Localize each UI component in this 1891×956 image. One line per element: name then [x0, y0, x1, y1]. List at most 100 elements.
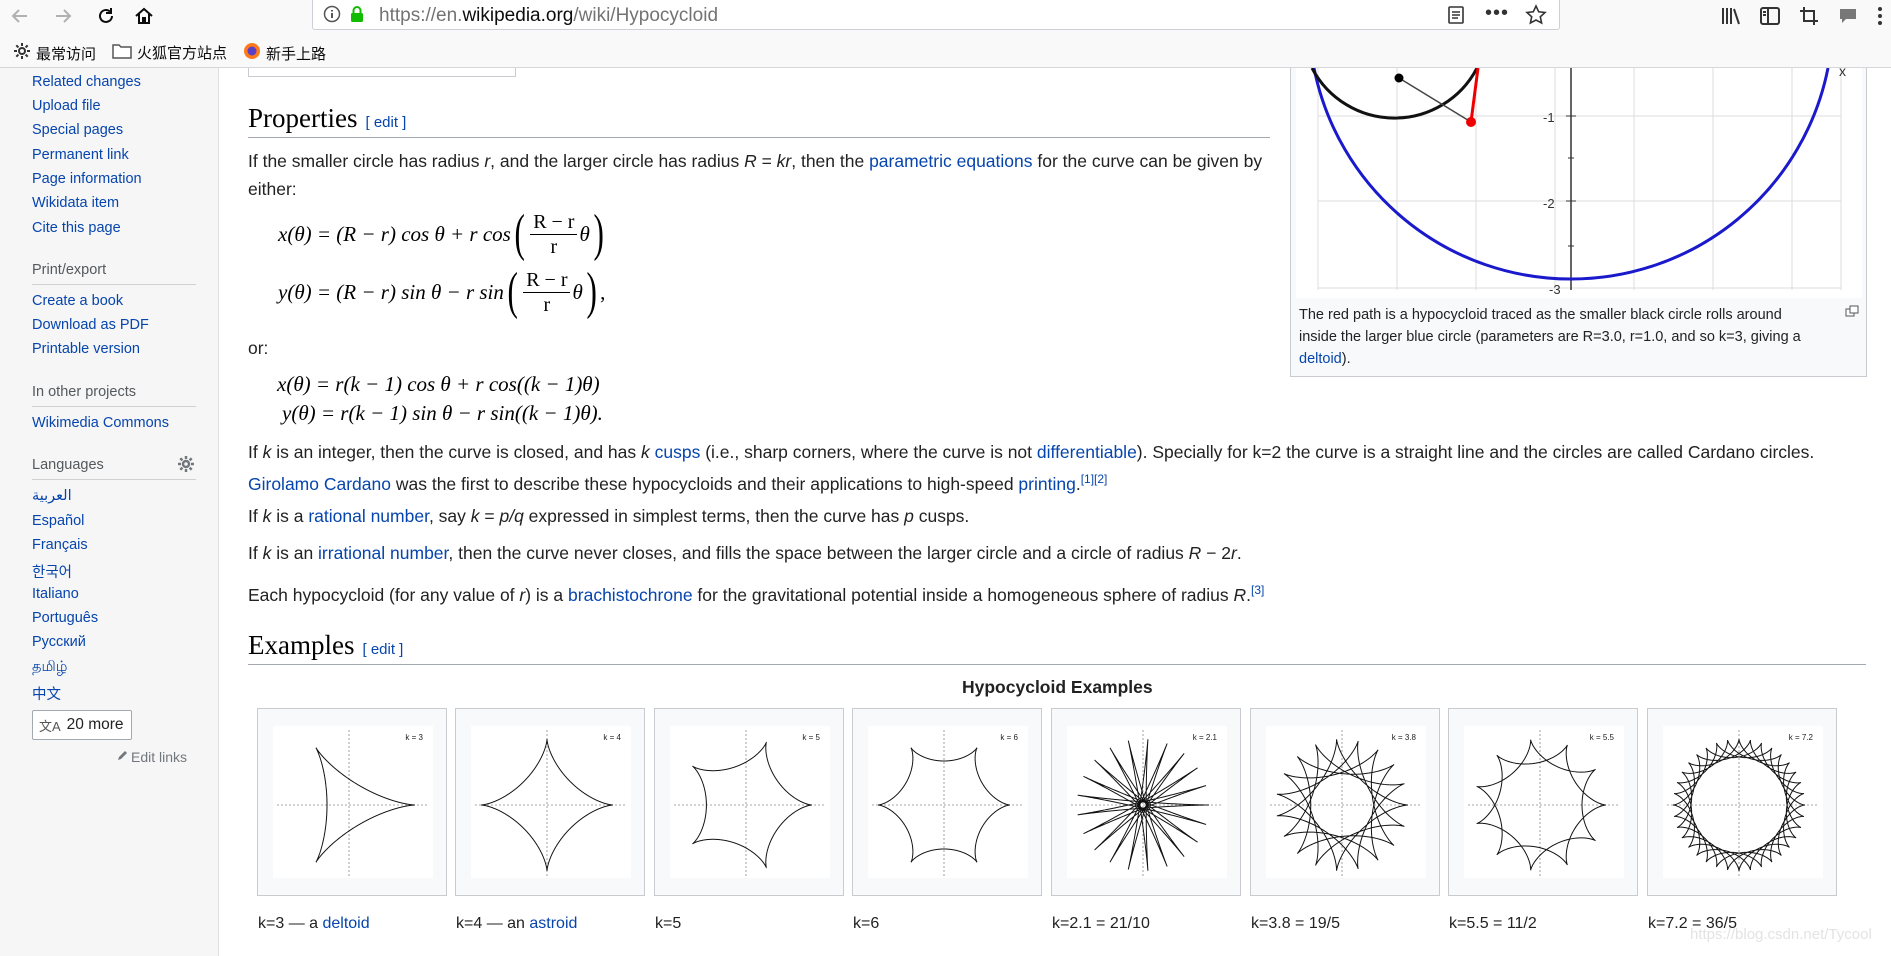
bookmark-firefox-site[interactable]: 火狐官方站点	[112, 42, 227, 63]
k-value-label: k = 5	[802, 733, 820, 742]
forward-icon[interactable]	[49, 2, 77, 30]
example-caption-link[interactable]: astroid	[529, 915, 577, 932]
edit-section-link[interactable]: [ edit ]	[365, 114, 406, 131]
page-actions-icon[interactable]: •••	[1485, 2, 1509, 25]
example-plot: k = 3	[273, 726, 433, 878]
bookmark-star-icon[interactable]	[1525, 4, 1547, 31]
y-tick-minus-3: -3	[1549, 282, 1561, 297]
example-caption-text: k=2.1 = 21/10	[1052, 915, 1150, 932]
y-tick-minus-2: -2	[1543, 196, 1555, 211]
hypocycloid-animation-frame[interactable]: -1 -2 -3 x	[1296, 68, 1862, 298]
menu-icon[interactable]	[1872, 2, 1888, 30]
sidebar-link-download-pdf[interactable]: Download as PDF	[32, 317, 149, 333]
link-girolamo-cardano[interactable]: Girolamo Cardano	[248, 474, 391, 494]
divider	[32, 284, 196, 285]
language-link-russian[interactable]: Русский	[32, 634, 86, 650]
example-image-k[interactable]: k = 3.8	[1250, 708, 1440, 896]
bookmark-getting-started[interactable]: 新手上路	[243, 42, 326, 64]
example-caption: k=5.5 = 11/2	[1449, 915, 1537, 933]
sidebar-link-printable-version[interactable]: Printable version	[32, 341, 140, 357]
previous-box-edge	[248, 68, 516, 77]
sidebar-link-upload-file[interactable]: Upload file	[32, 98, 101, 114]
sidebar-link-page-information[interactable]: Page information	[32, 171, 142, 187]
hypocycloid-plot: k = 4	[475, 730, 627, 876]
caption-link-deltoid[interactable]: deltoid	[1299, 351, 1342, 367]
home-icon[interactable]	[130, 2, 158, 30]
example-image-k[interactable]: k = 3	[257, 708, 447, 896]
screenshot-icon[interactable]	[1795, 2, 1823, 30]
divider	[32, 479, 196, 480]
library-icon[interactable]	[1717, 2, 1745, 30]
language-link-spanish[interactable]: Español	[32, 513, 84, 529]
intro-paragraph: If the smaller circle has radius r, and …	[248, 151, 1263, 171]
bookmarks-bar: 最常访问 火狐官方站点 新手上路	[0, 34, 1891, 68]
language-settings-gear-icon[interactable]	[177, 455, 195, 478]
example-caption-text: k=3.8 = 19/5	[1251, 915, 1340, 932]
example-caption-text: k=6	[853, 915, 880, 932]
language-link-chinese[interactable]: 中文	[32, 683, 61, 704]
bookmark-most-visited[interactable]: 最常访问	[13, 42, 96, 64]
example-caption-link[interactable]: deltoid	[322, 915, 369, 932]
sidebar-link-wikimedia-commons[interactable]: Wikimedia Commons	[32, 415, 169, 431]
link-parametric-equations[interactable]: parametric equations	[869, 151, 1032, 171]
sidebar-toggle-icon[interactable]	[1756, 2, 1784, 30]
print-export-heading: Print/export	[32, 262, 107, 278]
link-cusps[interactable]: cusps	[655, 442, 701, 462]
sidebar-link-permanent-link[interactable]: Permanent link	[32, 147, 129, 163]
secure-lock-icon[interactable]	[349, 5, 365, 28]
language-link-arabic[interactable]: العربية	[32, 488, 72, 504]
info-icon[interactable]	[323, 5, 341, 28]
example-caption: k=2.1 = 21/10	[1052, 915, 1150, 933]
chat-icon[interactable]	[1834, 2, 1862, 30]
link-brachistochrone[interactable]: brachistochrone	[568, 585, 693, 605]
reader-view-icon[interactable]	[1447, 5, 1465, 30]
language-link-korean[interactable]: 한국어	[32, 561, 72, 582]
heading-rule	[248, 664, 1866, 665]
example-caption-text: k=5.5 = 11/2	[1449, 915, 1537, 932]
example-image-k[interactable]: k = 4	[455, 708, 645, 896]
properties-heading: Properties[ edit ]	[248, 103, 407, 133]
example-image-k[interactable]: k = 5	[654, 708, 844, 896]
url-bar[interactable]: https://en.wikipedia.org/wiki/Hypocycloi…	[312, 0, 1560, 30]
enlarge-icon[interactable]	[1845, 304, 1859, 322]
paragraph-rational-k: If k is a rational number, say k = p/q e…	[248, 506, 970, 526]
examples-table-title: Hypocycloid Examples	[962, 677, 1153, 697]
edit-section-link[interactable]: [ edit ]	[362, 641, 403, 658]
link-printing[interactable]: printing	[1018, 474, 1075, 494]
hypocycloid-plot: k = 5.5	[1468, 730, 1620, 876]
sidebar-link-cite-this-page[interactable]: Cite this page	[32, 220, 121, 236]
citation-1-2[interactable]: [1][2]	[1081, 472, 1108, 486]
example-image-k[interactable]: k = 5.5	[1448, 708, 1638, 896]
example-plot: k = 7.2	[1663, 726, 1823, 878]
citation-3[interactable]: [3]	[1251, 583, 1264, 597]
more-languages-button[interactable]: 文A 20 more	[32, 710, 132, 740]
url-text[interactable]: https://en.wikipedia.org/wiki/Hypocycloi…	[379, 5, 718, 27]
language-link-french[interactable]: Français	[32, 537, 88, 553]
example-image-k[interactable]: k = 2.1	[1051, 708, 1241, 896]
sidebar-link-wikidata-item[interactable]: Wikidata item	[32, 195, 119, 211]
link-irrational-number[interactable]: irrational number	[318, 543, 448, 563]
example-caption-text: k=4 — an	[456, 915, 530, 932]
example-image-k[interactable]: k = 6	[852, 708, 1042, 896]
sidebar-link-related-changes[interactable]: Related changes	[32, 74, 141, 90]
example-image-k[interactable]: k = 7.2	[1647, 708, 1837, 896]
paragraph-integer-k: If k is an integer, then the curve is cl…	[248, 442, 1815, 462]
language-link-portuguese[interactable]: Português	[32, 610, 98, 626]
example-plot: k = 5.5	[1464, 726, 1624, 878]
edit-links[interactable]: Edit links	[116, 749, 187, 765]
figure-thumbnail: -1 -2 -3 x The red path is a hypocycloid…	[1290, 68, 1867, 377]
back-icon[interactable]	[6, 2, 34, 30]
sidebar-link-special-pages[interactable]: Special pages	[32, 122, 123, 138]
folder-icon	[112, 43, 132, 63]
language-link-italian[interactable]: Italiano	[32, 586, 79, 602]
link-rational-number[interactable]: rational number	[308, 506, 429, 526]
language-link-tamil[interactable]: தமிழ்	[32, 659, 67, 677]
sidebar-link-create-book[interactable]: Create a book	[32, 293, 123, 309]
hypocycloid-plot: k = 7.2	[1667, 730, 1819, 876]
hypocycloid-plot: k = 2.1	[1071, 730, 1223, 876]
link-differentiable[interactable]: differentiable	[1037, 442, 1137, 462]
reload-icon[interactable]	[92, 2, 120, 30]
k-value-label: k = 2.1	[1193, 733, 1218, 742]
y-tick-minus-1: -1	[1543, 110, 1555, 125]
example-caption: k=4 — an astroid	[456, 915, 577, 933]
